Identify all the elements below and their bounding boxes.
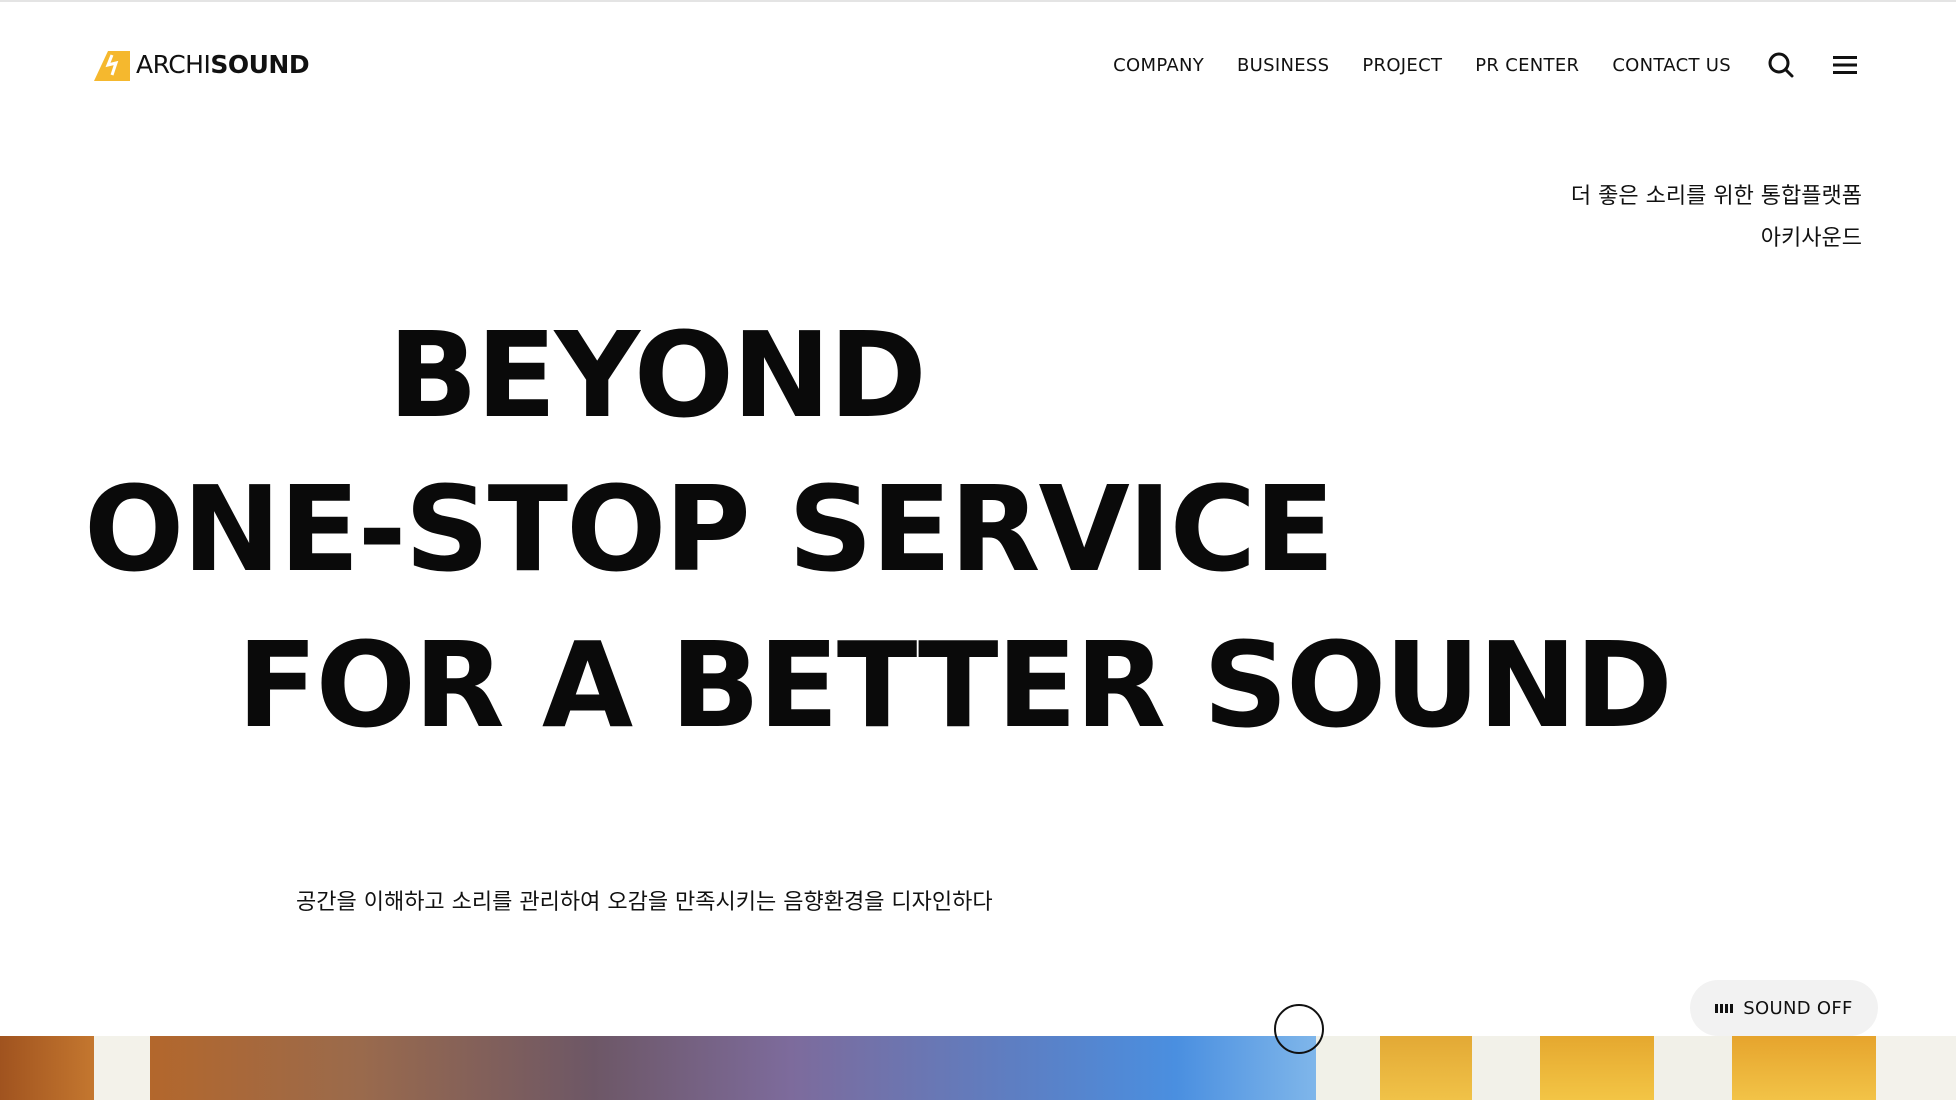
artwork-segment [0,1036,94,1100]
artwork-segment [1540,1036,1654,1100]
artwork-segment [1380,1036,1472,1100]
top-border [0,0,1956,2]
hero-artwork-strip [0,1036,1956,1100]
artwork-segment [1876,1036,1956,1100]
artwork-segment [1732,1036,1876,1100]
hero-tagline: 더 좋은 소리를 위한 통합플랫폼 아키사운드 [1571,176,1862,260]
headline-line-3: FOR A BETTER SOUND [237,616,1673,754]
artwork-segment [1316,1036,1380,1100]
logo-text-light: ARCHI [136,50,211,79]
menu-button[interactable] [1828,48,1862,82]
artwork-segment [150,1036,1316,1100]
nav-item-project[interactable]: PROJECT [1362,55,1442,76]
hamburger-menu-icon [1833,56,1857,74]
nav-item-business[interactable]: BUSINESS [1237,55,1329,76]
logo-text-bold: SOUND [210,50,310,79]
archisound-logo-icon [94,51,130,81]
nav-item-pr-center[interactable]: PR CENTER [1475,55,1579,76]
artwork-segment [94,1036,150,1100]
custom-cursor-ring [1274,1004,1324,1054]
logo-text: ARCHISOUND [136,48,310,82]
nav-item-company[interactable]: COMPANY [1113,55,1204,76]
search-icon [1768,52,1794,78]
artwork-segment [1654,1036,1732,1100]
headline-line-2: ONE-STOP SERVICE [84,460,1335,598]
nav-item-contact-us[interactable]: CONTACT US [1612,55,1731,76]
sound-toggle-label: SOUND OFF [1743,997,1853,1019]
artwork-segment [1472,1036,1540,1100]
tagline-line-2: 아키사운드 [1760,226,1862,251]
sound-bars-icon [1715,1003,1734,1013]
tagline-line-1: 더 좋은 소리를 위한 통합플랫폼 [1570,184,1862,209]
main-nav: COMPANY BUSINESS PROJECT PR CENTER CONTA… [1080,50,1731,80]
logo[interactable]: ARCHISOUND [94,48,310,82]
sound-toggle-button[interactable]: SOUND OFF [1690,980,1878,1036]
headline-line-1: BEYOND [388,306,927,444]
search-button[interactable] [1764,48,1798,82]
hero-subline: 공간을 이해하고 소리를 관리하여 오감을 만족시키는 음향환경을 디자인하다 [296,890,993,915]
